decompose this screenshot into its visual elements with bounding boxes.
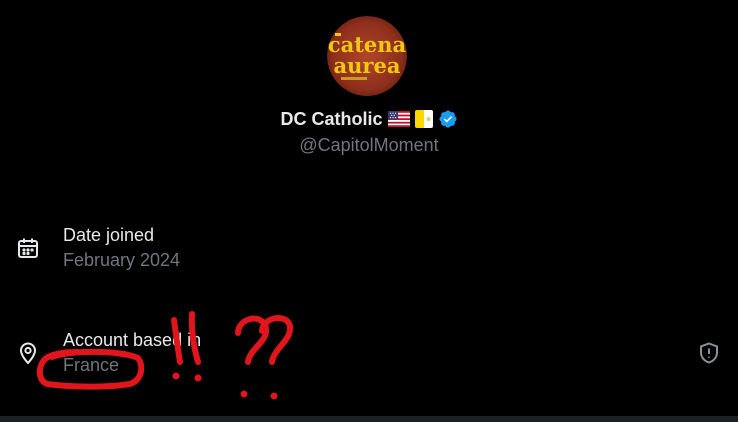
bottom-divider bbox=[0, 416, 738, 422]
us-flag-icon bbox=[387, 111, 410, 127]
display-name[interactable]: DC Catholic bbox=[280, 109, 382, 130]
profile-avatar[interactable]: catena aurea bbox=[327, 16, 407, 96]
calendar-icon bbox=[16, 236, 40, 260]
avatar-image: catena aurea bbox=[327, 16, 407, 96]
question-mark-2 bbox=[259, 315, 294, 365]
shield-alert-icon[interactable] bbox=[697, 341, 721, 365]
vatican-flag-icon bbox=[414, 110, 433, 128]
verified-badge-icon[interactable] bbox=[438, 109, 458, 129]
account-based-in-value: France bbox=[63, 355, 120, 375]
date-joined-label: Date joined bbox=[63, 225, 155, 245]
date-joined-value: February 2024 bbox=[63, 250, 181, 270]
location-pin-icon bbox=[16, 341, 40, 365]
profile-handle[interactable]: @CapitolMoment bbox=[0, 135, 738, 156]
avatar-text-line2: aurea bbox=[334, 53, 401, 78]
question-mark-1 bbox=[235, 315, 270, 365]
profile-name-row: DC Catholic bbox=[0, 107, 738, 131]
account-based-in-label: Account based in bbox=[63, 330, 202, 350]
